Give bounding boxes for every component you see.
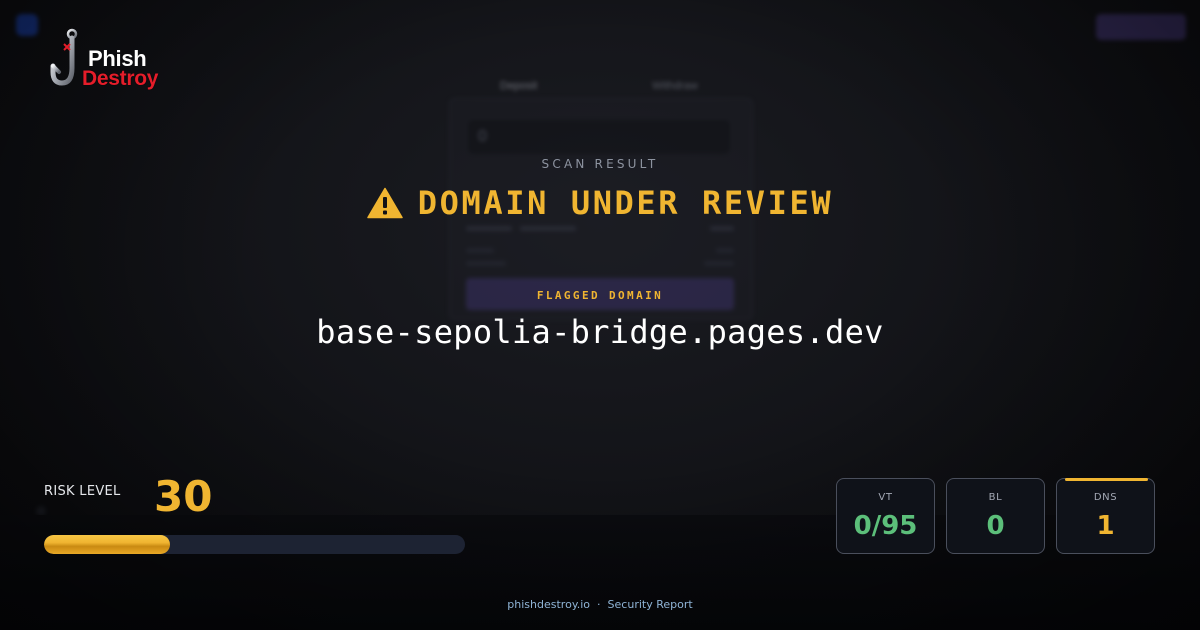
fishhook-icon (50, 28, 78, 86)
footer-separator: · (597, 598, 601, 611)
stat-label-vt: VT (878, 492, 893, 503)
stat-card-bl: BL 0 (946, 478, 1045, 554)
scanned-domain: base-sepolia-bridge.pages.dev (316, 313, 884, 351)
stat-value-bl: 0 (986, 511, 1005, 541)
background-amount-input: 0 (468, 120, 730, 154)
flagged-domain-label: FLAGGED DOMAIN (536, 289, 664, 302)
background-text-line (520, 226, 576, 231)
background-tab-deposit: Deposit (500, 80, 538, 92)
status-text: DOMAIN UNDER REVIEW (417, 184, 834, 222)
background-text-line (466, 226, 512, 231)
background-text-line (716, 248, 734, 253)
footer-report-label: Security Report (607, 598, 693, 611)
risk-progress-bar (44, 535, 465, 554)
background-text-line (704, 261, 734, 266)
risk-level-label: RISK LEVEL (44, 484, 121, 499)
stat-label-dns: DNS (1093, 492, 1118, 503)
background-text-line (710, 226, 734, 231)
risk-progress-fill (44, 535, 171, 554)
stat-card-dns: DNS 1 (1056, 478, 1155, 554)
footer-site-link[interactable]: phishdestroy.io (507, 598, 590, 611)
brand-logo: Phish Destroy (50, 28, 180, 94)
stat-accent-bar (1065, 478, 1148, 481)
footer: phishdestroy.io · Security Report (0, 598, 1200, 611)
stat-value-dns: 1 (1096, 511, 1115, 541)
background-connect-button (1096, 14, 1186, 40)
status-heading: DOMAIN UNDER REVIEW (0, 184, 1200, 222)
stat-value-vt: 0/95 (853, 511, 918, 541)
scan-result-label: SCAN RESULT (541, 157, 659, 171)
background-app-icon (16, 14, 38, 36)
background-text-line (466, 248, 494, 253)
brand-name-destroy: Destroy (82, 67, 159, 90)
background-text-line (466, 261, 506, 266)
background-tab-withdraw: Withdraw (652, 80, 698, 92)
stat-label-bl: BL (988, 492, 1003, 503)
risk-score: 30 (154, 472, 213, 521)
stat-card-vt: VT 0/95 (836, 478, 935, 554)
background-amount-value: 0 (478, 128, 487, 145)
warning-triangle-icon (367, 187, 403, 219)
